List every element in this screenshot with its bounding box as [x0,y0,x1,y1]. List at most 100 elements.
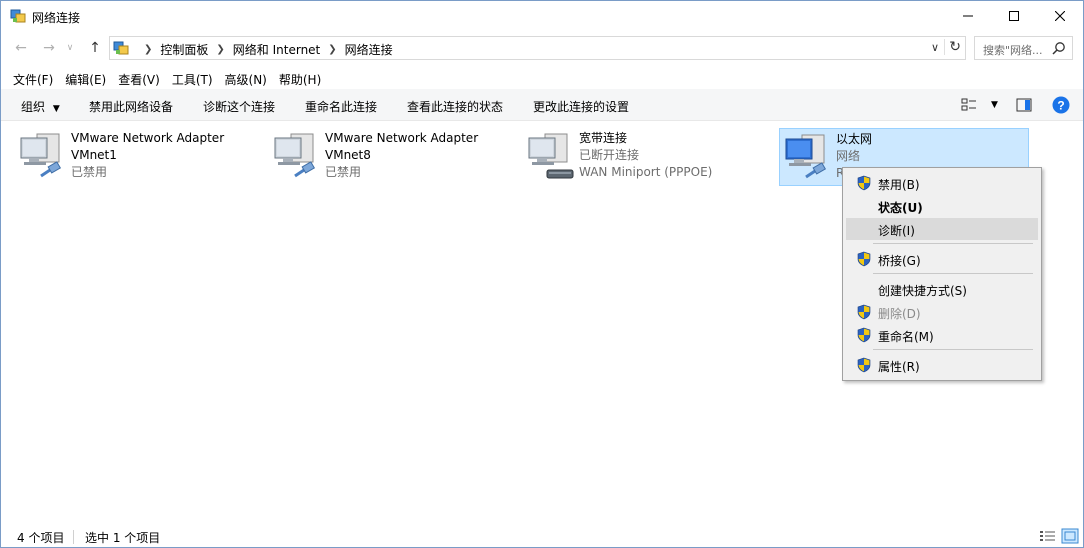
connection-item-vmnet8[interactable]: VMware Network Adapter VMnet8 已禁用 [269,128,515,186]
broadband-modem-icon [527,132,575,182]
ctx-disable-label: 禁用(B) [878,178,920,192]
ctx-delete: 删除(D) [846,301,1038,323]
view-status-button[interactable]: 查看此连接的状态 [407,98,503,115]
menu-bar: 文件(F) 编辑(E) 查看(V) 工具(T) 高级(N) 帮助(H) [1,67,1083,89]
uac-shield-icon [856,251,872,267]
large-icons-view-icon[interactable] [1061,528,1079,544]
change-settings-button[interactable]: 更改此连接的设置 [533,98,629,115]
item-status: WAN Miniport (PPPOE) [579,165,713,179]
network-adapter-icon [273,132,321,182]
search-icon [1052,42,1065,55]
item-text: 宽带连接 已断开连接 WAN Miniport (PPPOE) [579,130,712,181]
help-button[interactable]: ? [1052,95,1070,115]
menu-help[interactable]: 帮助(H) [273,67,327,89]
item-name: VMware Network Adapter [71,131,225,145]
item-status: 已禁用 [325,165,362,179]
back-arrow-icon[interactable]: ← [11,39,31,57]
status-divider [73,530,74,544]
ctx-status[interactable]: 状态(U) [846,195,1038,217]
help-icon: ? [1052,96,1070,114]
menu-separator [873,349,1033,350]
status-bar: 4 个项目 选中 1 个项目 [1,525,1083,548]
ctx-bridge[interactable]: 桥接(G) [846,248,1038,270]
ctx-diagnose-label: 诊断(I) [878,224,915,238]
forward-arrow-icon[interactable]: → [39,39,59,57]
ctx-create-shortcut-label: 创建快捷方式(S) [878,284,967,298]
ctx-delete-label: 删除(D) [878,307,921,321]
change-view-button[interactable]: ▼ [961,95,998,115]
menu-file[interactable]: 文件(F) [7,67,59,89]
ethernet-adapter-icon [784,133,832,183]
address-dropdown-chevron-icon[interactable]: ∨ [931,41,939,54]
recent-locations-chevron-icon[interactable]: ∨ [63,39,77,57]
item-count: 4 个项目 [17,531,65,545]
breadcrumb-network-internet[interactable]: 网络和 Internet [233,41,320,58]
ctx-disable[interactable]: 禁用(B) [846,172,1038,194]
item-name: VMware Network Adapter [325,131,479,145]
uac-shield-icon [856,357,872,373]
up-arrow-icon[interactable]: ↑ [85,39,105,57]
item-subname: VMnet8 [325,148,371,162]
breadcrumb-chevron-icon[interactable]: ❯ [216,44,224,55]
item-subname: 已断开连接 [579,148,640,162]
refresh-icon[interactable]: ↻ [944,39,961,55]
item-text: VMware Network Adapter VMnet8 已禁用 [325,130,478,181]
organize-button[interactable]: 组织 ▼ [21,98,60,115]
network-connections-icon [10,8,26,24]
organize-label: 组织 [21,100,46,114]
title-bar: 网络连接 [1,1,1083,31]
close-icon [1055,11,1065,21]
minimize-icon [963,15,973,17]
breadcrumb-chevron-icon[interactable]: ❯ [328,44,336,55]
view-options-icon [961,98,976,111]
details-view-icon[interactable] [1039,528,1057,544]
ctx-diagnose[interactable]: 诊断(I) [846,218,1038,240]
preview-pane-button[interactable] [1016,95,1032,115]
menu-advanced[interactable]: 高级(N) [219,67,273,89]
item-text: VMware Network Adapter VMnet1 已禁用 [71,130,224,181]
organize-dropdown-icon: ▼ [52,104,60,114]
connection-item-vmnet1[interactable]: VMware Network Adapter VMnet1 已禁用 [15,128,261,186]
item-status: 已禁用 [71,165,108,179]
item-subname: VMnet1 [71,148,117,162]
address-bar[interactable]: ❯ 控制面板 ❯ 网络和 Internet ❯ 网络连接 ∨ ↻ [109,36,966,60]
breadcrumb-network-connections[interactable]: 网络连接 [345,41,393,58]
ctx-rename-label: 重命名(M) [878,330,934,344]
minimize-button[interactable] [945,1,991,31]
breadcrumb-control-panel[interactable]: 控制面板 [160,41,208,58]
breadcrumb: ❯ 控制面板 ❯ 网络和 Internet ❯ 网络连接 [136,41,393,58]
network-adapter-icon [19,132,67,182]
disable-device-button[interactable]: 禁用此网络设备 [89,98,173,115]
window-title: 网络连接 [32,11,81,25]
menu-tools[interactable]: 工具(T) [166,67,219,89]
menu-edit[interactable]: 编辑(E) [59,67,112,89]
control-panel-icon [113,40,129,56]
item-name: 以太网 [836,132,873,146]
ctx-rename[interactable]: 重命名(M) [846,324,1038,346]
ctx-bridge-label: 桥接(G) [878,254,921,268]
menu-view[interactable]: 查看(V) [112,67,166,89]
breadcrumb-chevron-icon[interactable]: ❯ [144,44,152,55]
maximize-button[interactable] [991,1,1037,31]
ctx-properties[interactable]: 属性(R) [846,354,1038,376]
diagnose-connection-button[interactable]: 诊断这个连接 [203,98,275,115]
context-menu: 禁用(B) 状态(U) 诊断(I) 桥接(G) 创建快捷方式(S) 删除(D) … [842,167,1042,381]
search-placeholder: 搜索"网络... [983,44,1043,57]
connection-item-broadband[interactable]: 宽带连接 已断开连接 WAN Miniport (PPPOE) [523,128,769,186]
uac-shield-icon [856,327,872,343]
address-row: ← → ∨ ↑ ❯ 控制面板 ❯ 网络和 Internet ❯ 网络连接 ∨ ↻… [1,35,1083,61]
selected-count: 选中 1 个项目 [85,531,161,545]
svg-text:?: ? [1057,99,1064,113]
item-name: 宽带连接 [579,131,628,145]
menu-separator [873,273,1033,274]
ctx-properties-label: 属性(R) [878,360,920,374]
uac-shield-icon [856,175,872,191]
ctx-status-label: 状态(U) [878,201,923,215]
view-dropdown-icon: ▼ [991,100,998,110]
close-button[interactable] [1037,1,1083,31]
ctx-create-shortcut[interactable]: 创建快捷方式(S) [846,278,1038,300]
search-input[interactable]: 搜索"网络... [974,36,1073,60]
rename-connection-button[interactable]: 重命名此连接 [305,98,377,115]
network-connections-window: 网络连接 ← → ∨ ↑ ❯ 控制面板 ❯ 网络和 Internet ❯ 网络连… [0,0,1084,548]
command-bar: 组织 ▼ 禁用此网络设备 诊断这个连接 重命名此连接 查看此连接的状态 更改此连… [1,89,1083,121]
